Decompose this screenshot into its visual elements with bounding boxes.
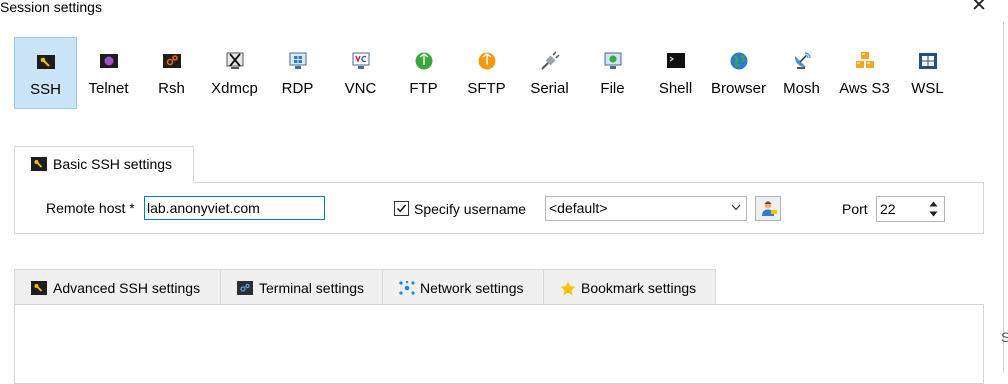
rsh-icon — [162, 54, 181, 68]
tab-bookmark-settings[interactable]: Bookmark settings — [543, 269, 716, 305]
session-type-wsl[interactable]: WSL — [896, 37, 959, 109]
session-type-aws-s3[interactable]: Aws S3 — [833, 37, 896, 109]
session-type-label: Rsh — [158, 80, 185, 97]
session-type-mosh[interactable]: Mosh — [770, 37, 833, 109]
checkmark-icon — [396, 204, 407, 213]
tab-label: Advanced SSH settings — [53, 280, 201, 296]
session-type-label: Browser — [710, 80, 766, 97]
session-type-browser[interactable]: Browser — [707, 37, 770, 109]
session-type-sftp[interactable]: SFTP — [455, 37, 518, 109]
username-value: <default> — [549, 200, 608, 216]
vnc-icon — [352, 52, 369, 69]
window-edge-divider — [1003, 22, 1004, 373]
ftp-icon — [415, 52, 432, 70]
session-type-rsh[interactable]: Rsh — [140, 37, 203, 109]
session-type-label: Serial — [530, 80, 569, 97]
close-icon[interactable]: ✕ — [971, 0, 987, 15]
session-type-label: FTP — [409, 80, 438, 97]
session-type-label: SSH — [30, 81, 61, 98]
spin-up-icon[interactable] — [929, 201, 938, 207]
mosh-satellite-icon — [794, 52, 811, 69]
tab-label: Bookmark settings — [581, 280, 697, 296]
spin-down-icon[interactable] — [929, 211, 938, 217]
session-type-rdp[interactable]: RDP — [266, 37, 329, 109]
session-type-telnet[interactable]: Telnet — [77, 37, 140, 109]
session-type-label: Mosh — [783, 80, 820, 97]
session-type-label: VNC — [344, 80, 377, 97]
tab-advanced-ssh-settings[interactable]: Advanced SSH settings — [14, 269, 221, 305]
session-type-serial[interactable]: Serial — [518, 37, 581, 109]
session-type-file[interactable]: File — [581, 37, 644, 109]
shell-terminal-icon — [666, 53, 685, 68]
tab-label: Terminal settings — [259, 280, 365, 296]
specify-username-checkbox[interactable] — [394, 201, 409, 216]
star-icon — [560, 281, 576, 296]
chevron-down-icon — [731, 204, 741, 211]
tab-basic-ssh-settings[interactable]: Basic SSH settings — [14, 146, 194, 183]
port-value: 22 — [880, 201, 896, 217]
session-type-xdmcp[interactable]: Xdmcp — [203, 37, 266, 109]
tab-label: Basic SSH settings — [53, 156, 173, 172]
remote-host-input[interactable] — [144, 196, 325, 220]
remote-host-label: Remote host * — [46, 200, 135, 216]
terminal-icon — [237, 281, 253, 295]
wsl-windows-icon — [918, 53, 937, 69]
session-type-label: Shell — [658, 80, 693, 97]
session-type-label: SFTP — [467, 80, 506, 97]
ssh-key-icon — [31, 281, 47, 295]
rdp-icon — [289, 52, 306, 69]
file-icon — [604, 52, 621, 69]
tab-terminal-settings[interactable]: Terminal settings — [220, 269, 383, 305]
port-label: Port — [842, 201, 868, 217]
tab-label: Network settings — [420, 280, 524, 296]
network-icon — [399, 281, 415, 295]
user-credentials-button[interactable] — [755, 196, 781, 221]
session-type-label: WSL — [911, 80, 944, 97]
session-type-label: Telnet — [88, 80, 129, 97]
xdmcp-icon — [226, 52, 243, 69]
tab-join — [15, 182, 193, 183]
telnet-icon — [99, 54, 118, 68]
serial-plug-icon — [540, 51, 560, 70]
session-type-label: Aws S3 — [839, 80, 890, 97]
window-title: Session settings — [0, 0, 102, 15]
session-type-label: RDP — [281, 80, 314, 97]
sftp-icon — [478, 52, 495, 70]
user-icon — [762, 201, 777, 216]
session-type-ssh[interactable]: SSH — [14, 37, 77, 109]
username-dropdown[interactable]: <default> — [545, 196, 747, 221]
ssh-key-icon — [31, 157, 47, 171]
advanced-settings-panel — [14, 304, 984, 384]
session-type-vnc[interactable]: VNC — [329, 37, 392, 109]
tab-network-settings[interactable]: Network settings — [382, 269, 544, 305]
session-type-label: Xdmcp — [211, 80, 258, 97]
port-spinbox[interactable]: 22 — [876, 196, 945, 222]
edge-partial-text: S — [1001, 329, 1008, 345]
session-type-shell[interactable]: Shell — [644, 37, 707, 109]
browser-globe-icon — [730, 52, 747, 70]
ssh-key-icon — [36, 55, 55, 69]
session-type-label: File — [600, 80, 625, 97]
specify-username-label: Specify username — [414, 201, 527, 217]
session-type-ftp[interactable]: FTP — [392, 37, 455, 109]
aws-s3-icon — [855, 52, 874, 68]
